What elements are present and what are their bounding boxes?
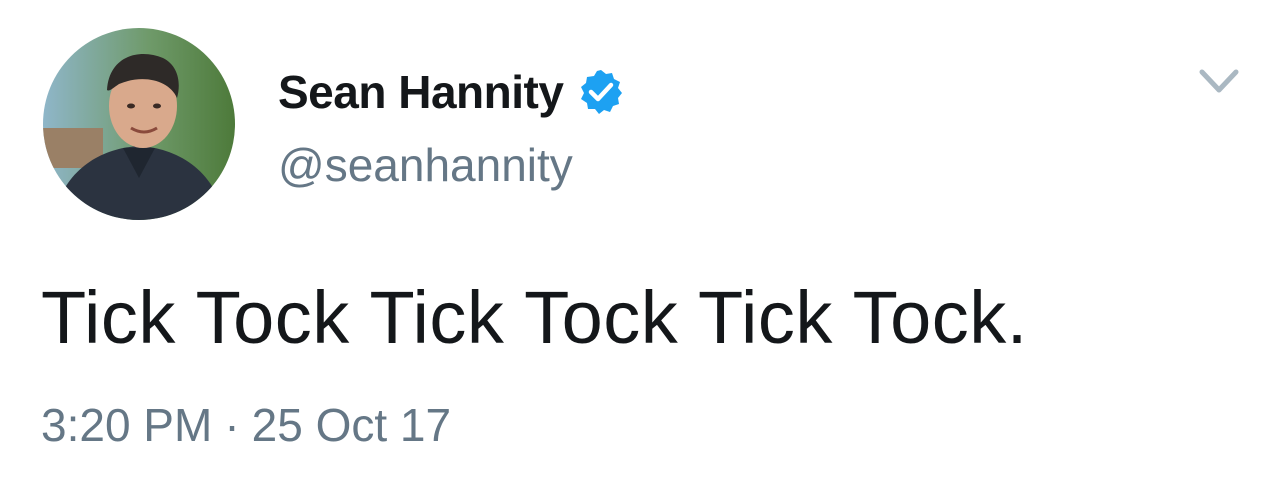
- tweet-timestamp[interactable]: 3:20 PM · 25 Oct 17: [41, 398, 451, 452]
- display-name[interactable]: Sean Hannity: [278, 65, 564, 119]
- tweet-text: Tick Tock Tick Tock Tick Tock.: [41, 276, 1028, 359]
- meta-separator: ·: [224, 399, 240, 451]
- verified-badge-icon: [577, 68, 625, 116]
- avatar[interactable]: [43, 28, 235, 220]
- user-handle[interactable]: @seanhannity: [278, 138, 573, 192]
- avatar-photo: [43, 28, 235, 220]
- chevron-down-icon[interactable]: [1196, 62, 1242, 102]
- tweet-date: 25 Oct 17: [251, 399, 452, 451]
- tweet-time: 3:20 PM: [41, 399, 213, 451]
- user-name-row: Sean Hannity: [278, 62, 625, 122]
- tweet-card: Sean Hannity @seanhannity Tick Tock Tick…: [0, 0, 1280, 492]
